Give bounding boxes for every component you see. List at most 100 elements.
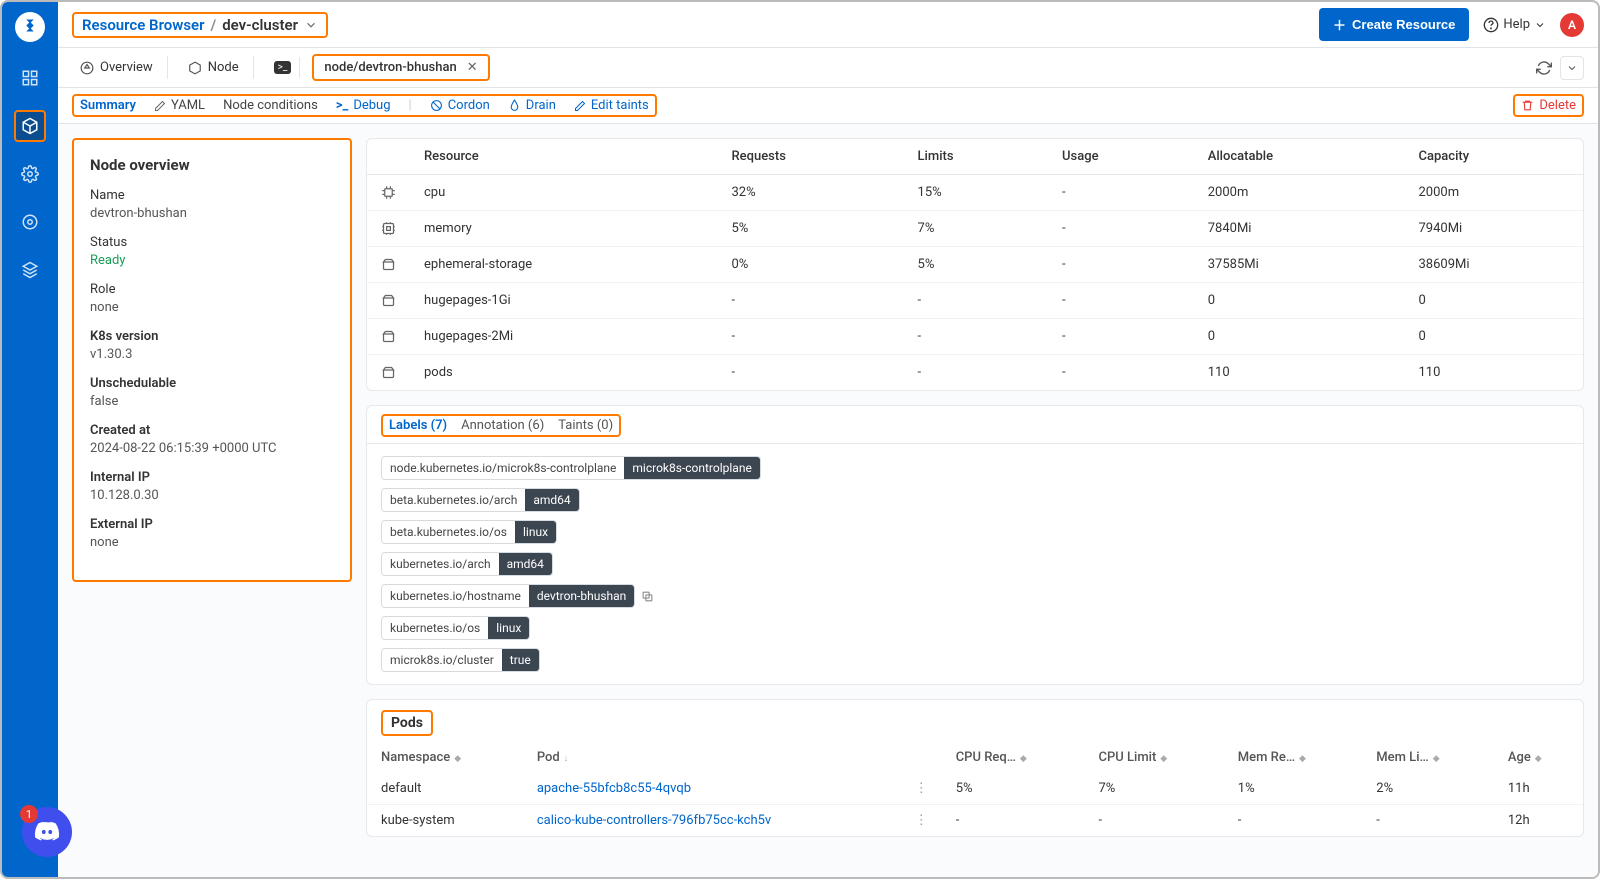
resource-row: pods---110110 bbox=[367, 355, 1583, 391]
resources-card: ResourceRequestsLimitsUsageAllocatableCa… bbox=[366, 138, 1584, 391]
action-cordon[interactable]: Cordon bbox=[430, 98, 490, 113]
delete-button[interactable]: Delete bbox=[1513, 94, 1584, 117]
copy-icon[interactable] bbox=[641, 590, 654, 603]
trash-icon bbox=[1521, 99, 1534, 112]
breadcrumb: Resource Browser / dev-cluster bbox=[72, 12, 328, 38]
resources-table: ResourceRequestsLimitsUsageAllocatableCa… bbox=[367, 139, 1583, 390]
label-chip: beta.kubernetes.io/oslinux bbox=[381, 520, 557, 544]
overview-label: Status bbox=[90, 235, 334, 250]
label-chip: node.kubernetes.io/microk8s-controlplane… bbox=[381, 456, 761, 480]
chevron-down-icon bbox=[1534, 19, 1546, 31]
action-drain[interactable]: Drain bbox=[508, 98, 556, 113]
resource-row: ephemeral-storage0%5%-37585Mi38609Mi bbox=[367, 247, 1583, 283]
nav-cube-icon[interactable] bbox=[14, 110, 46, 142]
pods-card: Pods Namespace◆ Pod↓ CPU Req…◆ CPU Limit… bbox=[366, 699, 1584, 837]
tab-terminal[interactable]: >_ bbox=[266, 57, 301, 78]
nav-apps-icon[interactable] bbox=[14, 62, 46, 94]
col-cpu-lim: CPU Limit◆ bbox=[1084, 742, 1223, 773]
overview-value: 10.128.0.30 bbox=[90, 488, 334, 503]
overview-label: External IP bbox=[90, 517, 334, 532]
pod-row: defaultapache-55bfcb8c55-4qvqb⋮5%7%1%2%1… bbox=[367, 773, 1583, 805]
resources-col: Resource bbox=[410, 139, 717, 175]
app-logo bbox=[15, 12, 45, 42]
action-edit-taints[interactable]: Edit taints bbox=[574, 98, 649, 113]
pods-table: Namespace◆ Pod↓ CPU Req…◆ CPU Limit◆ Mem… bbox=[367, 742, 1583, 836]
label-chip: beta.kubernetes.io/archamd64 bbox=[381, 488, 580, 512]
help-button[interactable]: Help bbox=[1483, 17, 1546, 33]
resources-col: Usage bbox=[1048, 139, 1194, 175]
labels-tab-taints[interactable]: Taints (0) bbox=[558, 418, 613, 433]
storage-icon bbox=[367, 319, 410, 355]
overview-value: none bbox=[90, 535, 334, 550]
overview-label: Internal IP bbox=[90, 470, 334, 485]
labels-tab-labels[interactable]: Labels (7) bbox=[389, 418, 447, 433]
action-yaml[interactable]: YAML bbox=[154, 98, 205, 113]
overview-value: false bbox=[90, 394, 334, 409]
breadcrumb-current: dev-cluster bbox=[222, 16, 298, 34]
tab-overview[interactable]: Overview bbox=[72, 56, 168, 79]
label-chip: microk8s.io/clustertrue bbox=[381, 648, 540, 672]
col-mem-req: Mem Re…◆ bbox=[1224, 742, 1362, 773]
breadcrumb-root[interactable]: Resource Browser bbox=[82, 16, 205, 34]
overview-label: Role bbox=[90, 282, 334, 297]
labels-card: Labels (7) Annotation (6) Taints (0) nod… bbox=[366, 405, 1584, 685]
overview-value: none bbox=[90, 300, 334, 315]
labels-tab-annotation[interactable]: Annotation (6) bbox=[461, 418, 544, 433]
col-namespace: Namespace◆ bbox=[367, 742, 523, 773]
pods-title: Pods bbox=[381, 710, 433, 736]
overview-value: Ready bbox=[90, 253, 334, 268]
action-bar: Summary YAML Node conditions >_ Debug | … bbox=[58, 88, 1598, 124]
terminal-icon: >_ bbox=[274, 61, 292, 74]
plus-icon: ＋ bbox=[1333, 15, 1346, 34]
kebab-icon[interactable]: ⋮ bbox=[915, 813, 928, 828]
close-icon[interactable]: ✕ bbox=[467, 60, 478, 75]
cpu-icon bbox=[367, 175, 410, 211]
topbar: Resource Browser / dev-cluster ＋ Create … bbox=[58, 2, 1598, 48]
sidebar bbox=[2, 2, 58, 877]
drain-icon bbox=[508, 99, 521, 112]
overview-label: K8s version bbox=[90, 329, 334, 344]
pod-link[interactable]: apache-55bfcb8c55-4qvqb bbox=[537, 781, 691, 796]
memory-icon bbox=[367, 211, 410, 247]
resources-col: Allocatable bbox=[1194, 139, 1405, 175]
chevron-down-icon[interactable] bbox=[1560, 56, 1584, 80]
col-pod: Pod↓ bbox=[523, 742, 901, 773]
action-summary[interactable]: Summary bbox=[80, 98, 136, 113]
label-chip: kubernetes.io/hostnamedevtron-bhushan bbox=[381, 584, 635, 608]
overview-value: 2024-08-22 06:15:39 +0000 UTC bbox=[90, 441, 334, 456]
tab-node[interactable]: Node bbox=[180, 56, 254, 79]
chevron-down-icon[interactable] bbox=[304, 18, 318, 32]
terminal-icon: >_ bbox=[336, 98, 349, 113]
resource-row: hugepages-2Mi---00 bbox=[367, 319, 1583, 355]
discord-badge[interactable]: 1 bbox=[22, 807, 72, 857]
overview-label: Unschedulable bbox=[90, 376, 334, 391]
nav-gear-icon[interactable] bbox=[14, 158, 46, 190]
reload-icon[interactable] bbox=[1536, 60, 1552, 76]
action-debug[interactable]: >_ Debug bbox=[336, 98, 391, 113]
overview-title: Node overview bbox=[90, 156, 334, 174]
resource-row: memory5%7%-7840Mi7940Mi bbox=[367, 211, 1583, 247]
storage-icon bbox=[367, 355, 410, 391]
resources-col: Capacity bbox=[1404, 139, 1583, 175]
col-mem-lim: Mem Li…◆ bbox=[1362, 742, 1494, 773]
nav-settings-icon[interactable] bbox=[14, 206, 46, 238]
tabbar: Overview Node >_ node/devtron-bhushan ✕ bbox=[58, 48, 1598, 88]
label-chip: kubernetes.io/archamd64 bbox=[381, 552, 553, 576]
user-avatar[interactable]: A bbox=[1560, 13, 1584, 37]
storage-icon bbox=[367, 247, 410, 283]
col-age: Age◆ bbox=[1494, 742, 1583, 773]
overview-label: Name bbox=[90, 188, 334, 203]
action-node-conditions[interactable]: Node conditions bbox=[223, 98, 318, 113]
nav-layers-icon[interactable] bbox=[14, 254, 46, 286]
storage-icon bbox=[367, 283, 410, 319]
action-box-left: Summary YAML Node conditions >_ Debug | … bbox=[72, 94, 657, 117]
kebab-icon[interactable]: ⋮ bbox=[915, 781, 928, 796]
create-resource-button[interactable]: ＋ Create Resource bbox=[1319, 8, 1469, 41]
discord-notif-count: 1 bbox=[20, 805, 38, 823]
tab-current-node[interactable]: node/devtron-bhushan ✕ bbox=[312, 54, 489, 81]
pod-row: kube-systemcalico-kube-controllers-796fb… bbox=[367, 805, 1583, 837]
resource-row: hugepages-1Gi---00 bbox=[367, 283, 1583, 319]
overview-value: devtron-bhushan bbox=[90, 206, 334, 221]
pod-link[interactable]: calico-kube-controllers-796fb75cc-kch5v bbox=[537, 813, 771, 828]
overview-label: Created at bbox=[90, 423, 334, 438]
